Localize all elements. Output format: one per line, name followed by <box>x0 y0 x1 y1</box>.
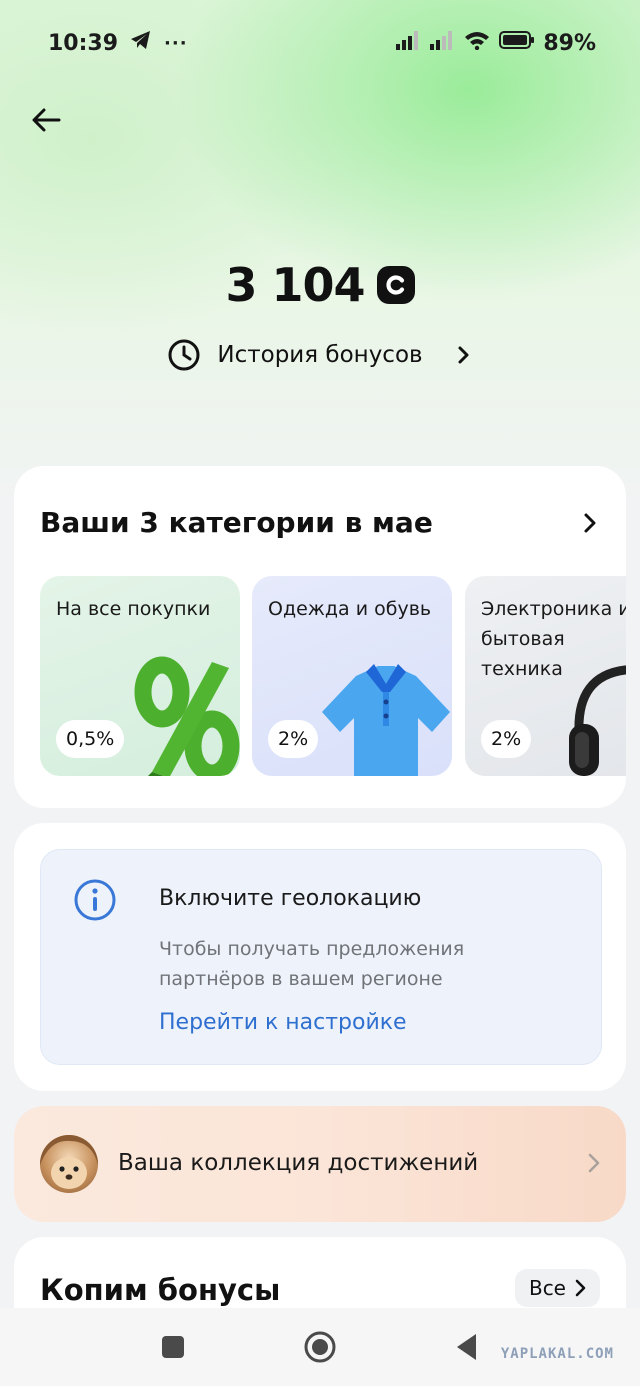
history-label: История бонусов <box>217 342 423 368</box>
see-all-label: Все <box>528 1276 566 1300</box>
chevron-right-icon <box>588 1153 600 1173</box>
bonus-balance: 3 104 <box>0 258 640 312</box>
triangle-back-icon <box>456 1334 476 1360</box>
status-bar: 10:39 ··· 89% <box>0 0 640 86</box>
status-time: 10:39 <box>48 30 119 56</box>
categories-title: Ваши 3 категории в мае <box>40 506 433 539</box>
chevron-right-icon <box>458 346 469 364</box>
category-tile-electronics[interactable]: Электроника и бытовая техника 2% <box>465 576 626 776</box>
category-label: Одежда и обувь <box>268 598 432 620</box>
category-percent-badge: 0,5% <box>56 720 125 758</box>
arrow-left-icon <box>32 108 61 132</box>
category-percent-badge: 2% <box>268 720 319 758</box>
headphones-icon <box>569 665 626 776</box>
geolocation-title: Включите геолокацию <box>159 886 422 911</box>
back-button[interactable] <box>26 100 66 140</box>
bonus-history-link[interactable]: История бонусов <box>0 338 640 372</box>
polo-shirt-icon <box>322 664 450 776</box>
more-notifications-icon: ··· <box>164 32 188 54</box>
signal-icon-2 <box>429 30 455 56</box>
category-label: На все покупки <box>56 598 211 620</box>
telegram-icon <box>130 30 152 56</box>
geolocation-description: Чтобы получать предложения партнёров в в… <box>159 938 465 990</box>
square-icon <box>162 1336 185 1358</box>
go-to-settings-link[interactable]: Перейти к настройке <box>159 1010 407 1035</box>
achievements-card[interactable]: Ваша коллекция достижений <box>14 1106 626 1222</box>
wifi-icon <box>463 30 491 56</box>
chevron-right-icon <box>575 1279 586 1297</box>
saving-title: Копим бонусы <box>40 1273 281 1307</box>
balance-value: 3 104 <box>225 258 365 312</box>
bonus-coin-icon <box>376 266 415 304</box>
geolocation-banner: Включите геолокацию Чтобы получать предл… <box>40 849 602 1065</box>
battery-icon <box>499 30 535 56</box>
see-all-button[interactable]: Все <box>514 1269 600 1307</box>
category-tiles: На все покупки 0,5% Одежда и обувь 2% Эл… <box>40 576 626 776</box>
category-percent-badge: 2% <box>481 720 532 758</box>
home-button[interactable] <box>300 1327 340 1367</box>
category-tile-all[interactable]: На все покупки 0,5% <box>40 576 240 776</box>
watermark: YAPLAKAL.COM <box>500 1346 614 1362</box>
category-tile-clothes[interactable]: Одежда и обувь 2% <box>252 576 452 776</box>
recent-apps-button[interactable] <box>153 1327 193 1367</box>
percent-3d-icon <box>134 656 240 776</box>
clock-icon <box>168 339 200 371</box>
achievements-label: Ваша коллекция достижений <box>118 1150 479 1176</box>
categories-card: Ваши 3 категории в мае На все покупки 0,… <box>14 466 626 808</box>
chevron-right-icon <box>584 513 596 532</box>
hedgehog-avatar <box>40 1135 98 1193</box>
battery-percent: 89% <box>543 30 596 56</box>
info-icon <box>74 879 116 921</box>
back-nav-button[interactable] <box>447 1327 487 1367</box>
home-circle-icon <box>304 1331 336 1363</box>
signal-icon <box>395 30 421 56</box>
geolocation-card: Включите геолокацию Чтобы получать предл… <box>14 823 626 1091</box>
categories-header[interactable]: Ваши 3 категории в мае <box>40 506 600 539</box>
